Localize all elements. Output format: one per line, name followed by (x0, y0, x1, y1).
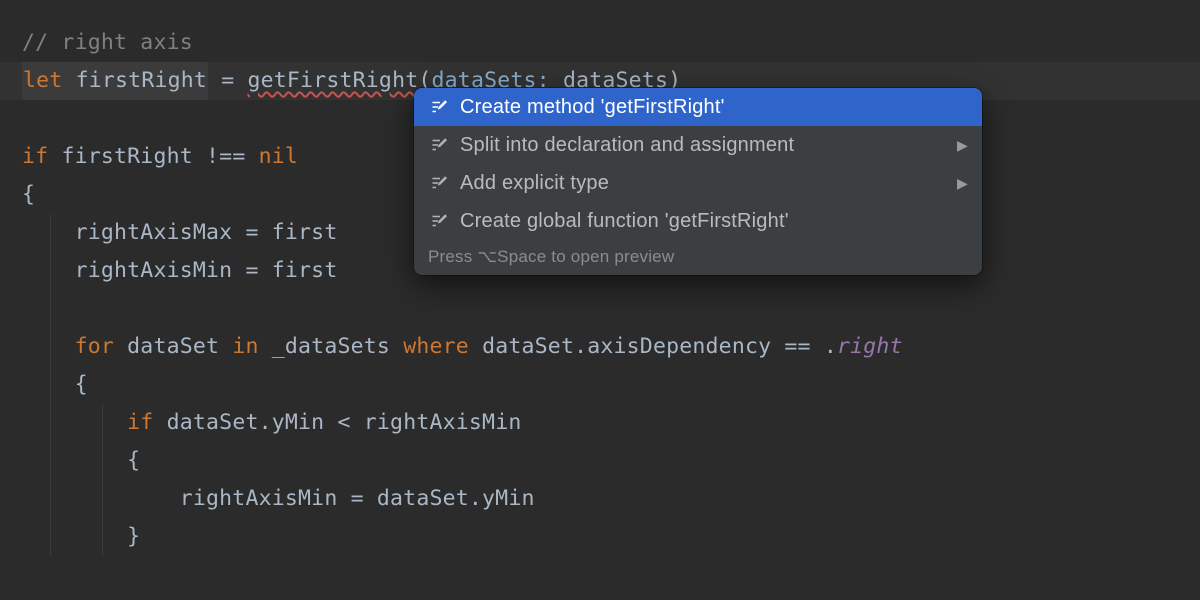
code-editor[interactable]: // right axis let firstRight = getFirstR… (0, 0, 1200, 600)
keyword-for: for (75, 334, 114, 359)
keyword-where: where (403, 334, 469, 359)
code-line: for dataSet in _dataSets where dataSet.a… (22, 328, 1200, 366)
keyword-nil: nil (259, 144, 298, 169)
code-line: { (22, 442, 1200, 480)
pencil-icon (428, 174, 450, 192)
code-line: // right axis (22, 24, 1200, 62)
pencil-icon (430, 212, 448, 230)
code-line-blank (22, 290, 1200, 328)
chevron-right-icon: ▶ (957, 176, 968, 190)
keyword-if: if (127, 410, 153, 435)
chevron-right-icon: ▶ (957, 138, 968, 152)
pencil-icon (430, 174, 448, 192)
popup-hint: Press ⌥Space to open preview (414, 240, 982, 275)
code-comment: // right axis (22, 30, 193, 55)
pencil-icon (428, 136, 450, 154)
pencil-icon (430, 98, 448, 116)
intention-actions-popup: Create method 'getFirstRight' Split into … (414, 88, 982, 275)
intention-action-item[interactable]: Add explicit type▶ (414, 164, 982, 202)
intention-action-item[interactable]: Split into declaration and assignment▶ (414, 126, 982, 164)
unresolved-symbol: getFirstRight (247, 68, 418, 93)
code-line: { (22, 366, 1200, 404)
keyword-if: if (22, 144, 48, 169)
pencil-icon (430, 136, 448, 154)
intention-action-label: Add explicit type (460, 173, 957, 193)
intention-action-label: Create method 'getFirstRight' (460, 97, 968, 117)
intention-action-label: Create global function 'getFirstRight' (460, 211, 968, 231)
keyword-in: in (232, 334, 258, 359)
pencil-icon (428, 98, 450, 116)
code-line: rightAxisMin = dataSet.yMin (22, 480, 1200, 518)
pencil-icon (428, 212, 450, 230)
intention-action-label: Split into declaration and assignment (460, 135, 957, 155)
intention-action-item[interactable]: Create method 'getFirstRight' (414, 88, 982, 126)
code-line: } (22, 518, 1200, 556)
keyword-let: let (23, 68, 62, 93)
intention-action-item[interactable]: Create global function 'getFirstRight' (414, 202, 982, 240)
code-line: if dataSet.yMin < rightAxisMin (22, 404, 1200, 442)
